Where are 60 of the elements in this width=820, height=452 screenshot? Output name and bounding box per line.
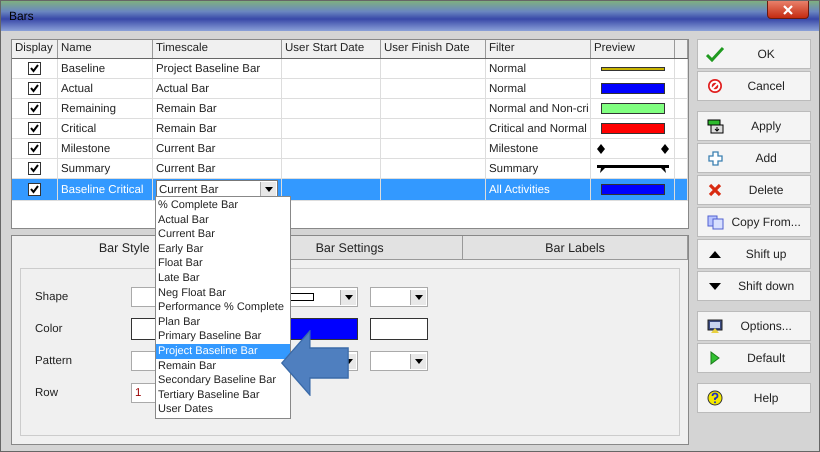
table-cell: Critical (61, 122, 96, 134)
field-label: Shape (35, 291, 70, 303)
column-header[interactable]: Timescale (153, 40, 282, 58)
table-cell: Remaining (61, 102, 116, 114)
field-label: Pattern (35, 355, 74, 367)
tab[interactable]: Bar Labels (462, 236, 688, 260)
field-label: Row (35, 387, 60, 399)
column-header[interactable]: Display (12, 40, 58, 58)
table-row[interactable]: Remaining Remain Bar Normal and Non-cri (12, 99, 688, 119)
dialog-button[interactable]: Help (697, 383, 811, 413)
table-cell: All Activities (489, 184, 550, 196)
column-header[interactable]: Preview (591, 40, 675, 58)
table-cell: Normal (489, 82, 526, 94)
table-cell: Normal and Non-cri (489, 102, 589, 114)
dialog-button[interactable]: Add (697, 143, 811, 173)
dialog-button[interactable]: Options... (697, 311, 811, 341)
table-cell: Current Bar (156, 162, 216, 174)
dialog-button[interactable]: OK (697, 39, 811, 69)
dropdown-option[interactable]: Secondary Baseline Bar (156, 373, 290, 388)
dialog-button[interactable]: Shift up (697, 239, 811, 269)
dropdown-option[interactable]: Tertiary Baseline Bar (156, 388, 290, 402)
dialog-button[interactable]: Delete (697, 175, 811, 205)
column-header[interactable]: Name (58, 40, 153, 58)
dropdown-option[interactable]: % Complete Bar (156, 198, 290, 213)
table-cell: Actual (61, 82, 93, 94)
dropdown-option[interactable]: Performance % Complete (156, 300, 290, 315)
column-header[interactable]: User Start Date (282, 40, 381, 58)
dropdown-option[interactable]: Primary Baseline Bar (156, 329, 290, 344)
table-cell: Remain Bar (156, 122, 217, 134)
window-title: Bars (9, 9, 34, 23)
table-cell: Remain Bar (156, 102, 217, 114)
table-cell: Project Baseline Bar (156, 62, 260, 74)
dropdown-option[interactable]: Neg Float Bar (156, 286, 290, 300)
column-header[interactable]: Filter (486, 40, 591, 58)
dialog-button[interactable]: Cancel (697, 71, 811, 101)
table-cell: Actual Bar (156, 82, 210, 94)
dropdown-option[interactable]: Plan Bar (156, 314, 290, 330)
dialog-button[interactable]: Copy From... (697, 207, 811, 237)
table-cell: Baseline Critical (61, 184, 144, 196)
table-cell: Milestone (489, 142, 538, 154)
dropdown-option[interactable]: Actual Bar (156, 212, 290, 228)
dialog-button[interactable]: Shift down (697, 271, 811, 301)
table-row[interactable]: Baseline Critical Current Bar All Activities (12, 179, 688, 201)
table-cell: Summary (489, 162, 538, 174)
table-row[interactable]: Actual Actual Bar Normal (12, 79, 688, 99)
column-header[interactable]: User Finish Date (381, 40, 486, 58)
dialog-button[interactable]: Default (697, 343, 811, 373)
dialog-button[interactable]: Apply (697, 111, 811, 141)
dropdown-option[interactable]: Late Bar (156, 270, 290, 286)
table-row[interactable]: Critical Remain Bar Critical and Normal (12, 119, 688, 139)
table-cell: Normal (489, 62, 526, 74)
table-row[interactable]: Baseline Project Baseline Bar Normal (12, 59, 688, 79)
table-row[interactable]: Milestone Current Bar Milestone (12, 139, 688, 159)
table-cell: Critical and Normal (489, 122, 587, 134)
table-cell: Current Bar (156, 142, 216, 154)
table-cell: Baseline (61, 62, 106, 74)
field-label: Color (35, 323, 64, 335)
dropdown-option[interactable]: User Dates (156, 402, 290, 417)
table-cell: Summary (61, 162, 110, 174)
table-cell: Milestone (61, 142, 110, 154)
